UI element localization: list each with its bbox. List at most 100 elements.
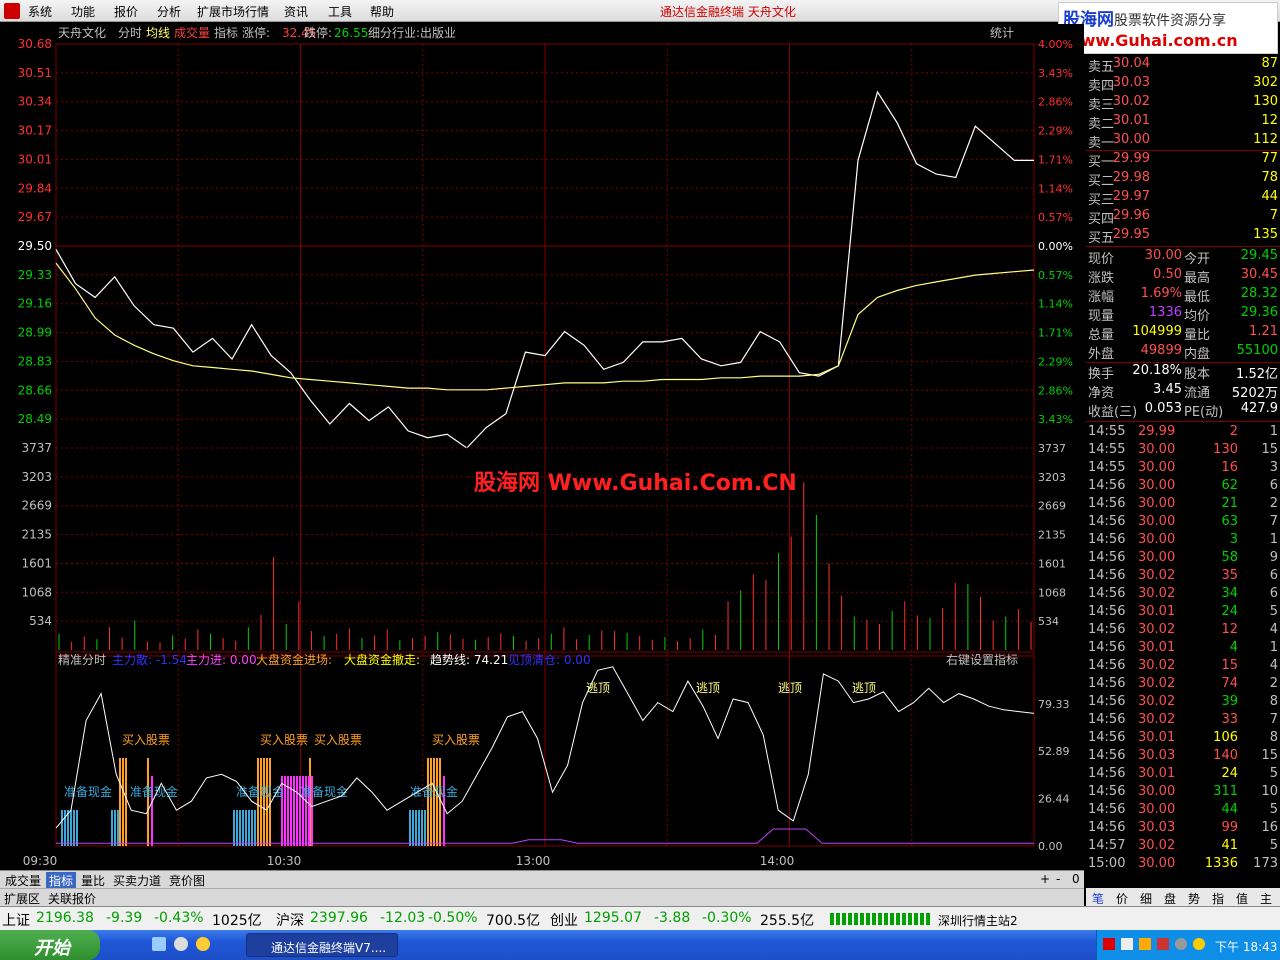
tray-icon[interactable] bbox=[1193, 938, 1205, 950]
bid-price: 29.95 bbox=[1112, 227, 1150, 242]
browser-icon[interactable] bbox=[174, 937, 188, 951]
intraday-chart[interactable]: 天舟文化 分时 均线 成交量 指标 涨停: 32.45跌停: 26.55 细分行业:出版业 统计3… bbox=[0, 24, 1084, 870]
price-axis-label: 30.51 bbox=[18, 66, 52, 80]
time-axis-label: 10:30 bbox=[267, 854, 302, 868]
zoom-out-button[interactable]: - bbox=[1053, 872, 1063, 888]
big-in-label: 大盘资金进场: bbox=[256, 652, 332, 667]
panel-row: 14:55 29.99 2 1 bbox=[1086, 424, 1280, 443]
tab-volume[interactable]: 成交量 bbox=[2, 872, 44, 888]
right-tab[interactable]: 势 bbox=[1188, 890, 1200, 907]
tray-icon[interactable] bbox=[1121, 938, 1133, 950]
tick-volume: 130 bbox=[1213, 442, 1238, 457]
right-tab[interactable]: 主 bbox=[1260, 890, 1272, 907]
bid-volume: 7 bbox=[1269, 208, 1278, 223]
tab-indicator[interactable]: 指标 bbox=[46, 872, 77, 888]
clear-label: 见顶清仓: 0.00 bbox=[508, 653, 591, 667]
tick-volume: 58 bbox=[1221, 550, 1238, 565]
tick-price: 30.00 bbox=[1138, 802, 1176, 817]
tick-volume: 44 bbox=[1221, 802, 1238, 817]
panel-row: 14:56 30.02 35 6 bbox=[1086, 568, 1280, 587]
tab-auction-chart[interactable]: 竞价图 bbox=[166, 872, 208, 888]
volume-axis-label: 3737 bbox=[21, 441, 52, 455]
bid-level-label: 买三 bbox=[1088, 193, 1115, 208]
tab-volume-ratio[interactable]: 量比 bbox=[78, 872, 108, 888]
volume-axis-label: 2669 bbox=[21, 499, 52, 513]
tick-price: 30.00 bbox=[1138, 514, 1176, 529]
menu-item-ext-market[interactable]: 扩展市场行情 bbox=[197, 3, 269, 20]
tick-volume: 106 bbox=[1213, 730, 1238, 745]
prepare-signal-label: 准备现金 bbox=[130, 784, 178, 799]
tick-count: 10 bbox=[1261, 784, 1278, 799]
tray-icon[interactable] bbox=[1139, 938, 1151, 950]
prepare-signal-label: 准备现金 bbox=[300, 784, 348, 799]
tick-time: 14:56 bbox=[1088, 820, 1126, 835]
menu-item-quote[interactable]: 报价 bbox=[114, 3, 138, 20]
zoom-in-button[interactable]: + bbox=[1037, 872, 1053, 888]
right-tab[interactable]: 价 bbox=[1116, 890, 1128, 907]
menu-item-tools[interactable]: 工具 bbox=[328, 3, 352, 20]
show-desktop-icon[interactable] bbox=[152, 937, 166, 951]
bid-volume: 44 bbox=[1261, 189, 1278, 204]
tick-count: 15 bbox=[1261, 748, 1278, 763]
menu-item-function[interactable]: 功能 bbox=[71, 3, 95, 20]
panel-row: 14:56 30.01 4 1 bbox=[1086, 640, 1280, 659]
quote-label: 外盘 bbox=[1088, 347, 1115, 362]
tick-volume: 24 bbox=[1221, 766, 1238, 781]
tick-price: 30.00 bbox=[1138, 442, 1176, 457]
system-tray: 下午 18:43 bbox=[1096, 930, 1280, 960]
server-status[interactable]: 深圳行情主站2 bbox=[938, 912, 1018, 929]
volume-axis-label: 2669 bbox=[1038, 500, 1066, 513]
right-tab[interactable]: 笔 bbox=[1092, 890, 1104, 907]
panel-row: 14:56 30.01 24 5 bbox=[1086, 604, 1280, 623]
pct-axis-label: 1.14% bbox=[1038, 298, 1073, 311]
bid-price: 29.97 bbox=[1112, 189, 1150, 204]
taskbar: 开始 通达信金融终端V7.... 下午 18:43 bbox=[0, 930, 1280, 960]
chart-area[interactable]: 天舟文化 分时 均线 成交量 指标 涨停: 32.45 跌停: 26.55 细分行业:出版业 统计 3… bbox=[0, 24, 1084, 870]
tab-extension-area[interactable]: 扩展区 bbox=[4, 890, 40, 907]
panel-row: 14:56 30.01 106 8 bbox=[1086, 730, 1280, 749]
menu-item-analysis[interactable]: 分析 bbox=[157, 3, 181, 20]
task-item-tdx[interactable]: 通达信金融终端V7.... bbox=[246, 933, 398, 957]
tray-icon[interactable] bbox=[1103, 938, 1115, 950]
price-axis-label: 28.66 bbox=[18, 383, 52, 397]
panel-row: 14:56 30.00 21 2 bbox=[1086, 496, 1280, 515]
ask-level-label: 卖五 bbox=[1088, 60, 1115, 75]
right-tab[interactable]: 盘 bbox=[1164, 890, 1176, 907]
quote-label: 最高 bbox=[1184, 271, 1211, 286]
volume-axis-label: 534 bbox=[29, 614, 52, 628]
right-tab[interactable]: 细 bbox=[1140, 890, 1152, 907]
tick-time: 14:56 bbox=[1088, 568, 1126, 583]
reset-button[interactable]: 0 bbox=[1069, 872, 1083, 888]
bid-volume: 77 bbox=[1261, 151, 1278, 166]
panel-row: 14:56 30.02 34 6 bbox=[1086, 586, 1280, 605]
quote-label: 流通 bbox=[1184, 386, 1211, 401]
quote-label: 涨幅 bbox=[1088, 290, 1115, 305]
quote-value: 30.00 bbox=[1144, 248, 1182, 263]
main-sell-label: 主力散: -1.54 bbox=[112, 652, 187, 667]
tick-price: 30.02 bbox=[1138, 712, 1176, 727]
tick-price: 30.00 bbox=[1138, 460, 1176, 475]
menu-item-system[interactable]: 系统 bbox=[28, 3, 52, 20]
media-icon[interactable] bbox=[196, 937, 210, 951]
index-change: -12.03 bbox=[380, 910, 426, 926]
tab-related-quote[interactable]: 关联报价 bbox=[48, 890, 96, 907]
tick-count: 8 bbox=[1269, 730, 1278, 745]
menu-item-help[interactable]: 帮助 bbox=[370, 3, 394, 20]
tick-volume: 12 bbox=[1221, 622, 1238, 637]
pct-axis-label: 0.57% bbox=[1038, 269, 1073, 282]
panel-row: 14:56 30.02 39 8 bbox=[1086, 694, 1280, 713]
price-axis-label: 29.50 bbox=[18, 239, 52, 253]
tray-icon[interactable] bbox=[1175, 938, 1187, 950]
tray-icon[interactable] bbox=[1157, 938, 1169, 950]
quote-value: 1.21 bbox=[1249, 324, 1278, 339]
panel-row: 卖三 30.02 130 bbox=[1086, 94, 1280, 113]
ask-volume: 130 bbox=[1253, 94, 1278, 109]
tick-time: 14:56 bbox=[1088, 766, 1126, 781]
right-tab[interactable]: 指 bbox=[1212, 890, 1224, 907]
panel-row: 买二 29.98 78 bbox=[1086, 170, 1280, 189]
start-button[interactable]: 开始 bbox=[0, 930, 100, 960]
tab-buy-sell-force[interactable]: 买卖力道 bbox=[110, 872, 164, 888]
separator bbox=[1086, 421, 1280, 422]
right-tab[interactable]: 值 bbox=[1236, 890, 1248, 907]
menu-item-news[interactable]: 资讯 bbox=[284, 3, 308, 20]
